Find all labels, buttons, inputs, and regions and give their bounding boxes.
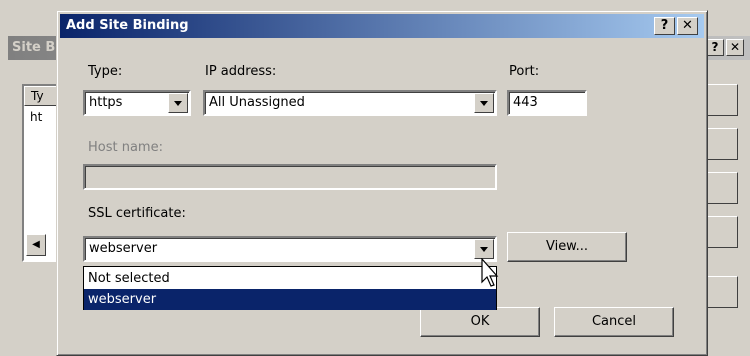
type-label: Type: — [88, 64, 123, 79]
ip-address-select[interactable]: All Unassigned — [203, 90, 497, 116]
view-certificate-button[interactable]: View... — [507, 232, 627, 262]
ssl-certificate-select-value: webserver — [89, 241, 158, 256]
parent-help-button[interactable]: ? — [706, 39, 724, 56]
parent-browse-button[interactable] — [706, 216, 738, 248]
cancel-button[interactable]: Cancel — [554, 307, 674, 337]
parent-remove-button[interactable] — [706, 172, 738, 204]
parent-close-button[interactable]: ✕ — [726, 39, 744, 56]
close-button[interactable]: ✕ — [677, 17, 698, 35]
ip-address-select-value: All Unassigned — [209, 95, 305, 110]
parent-edit-button[interactable] — [706, 128, 738, 160]
dropdown-option-webserver[interactable]: webserver — [84, 289, 496, 310]
chevron-down-icon[interactable] — [474, 93, 494, 113]
chevron-down-icon[interactable] — [474, 239, 494, 259]
type-select[interactable]: https — [83, 90, 191, 116]
dialog-title: Add Site Binding — [66, 18, 189, 33]
ssl-certificate-select[interactable]: webserver — [83, 236, 497, 262]
parent-add-button[interactable] — [706, 84, 738, 116]
port-label: Port: — [509, 64, 540, 79]
mouse-pointer-icon — [481, 258, 499, 287]
parent-dialog-title: Site B — [12, 40, 56, 55]
ssl-certificate-label: SSL certificate: — [88, 206, 186, 221]
dropdown-option-not-selected[interactable]: Not selected — [84, 268, 496, 289]
host-name-label: Host name: — [88, 140, 163, 155]
parent-list-row[interactable]: ht — [30, 110, 42, 124]
type-select-value: https — [89, 95, 123, 110]
help-button[interactable]: ? — [654, 17, 675, 35]
port-input[interactable]: 443 — [507, 90, 587, 116]
ok-button[interactable]: OK — [420, 307, 540, 337]
ip-address-label: IP address: — [205, 64, 277, 79]
chevron-down-icon[interactable] — [168, 93, 188, 113]
dialog-titlebar: Add Site Binding — [60, 14, 704, 38]
ssl-certificate-dropdown-list[interactable]: Not selected webserver — [83, 266, 497, 310]
parent-list-column-header[interactable]: Ty — [24, 86, 60, 106]
host-name-input — [83, 164, 497, 190]
arrow-left-icon: ◀ — [32, 239, 40, 250]
scroll-left-button[interactable]: ◀ — [26, 234, 46, 256]
parent-close-dialog-button[interactable] — [706, 276, 738, 308]
